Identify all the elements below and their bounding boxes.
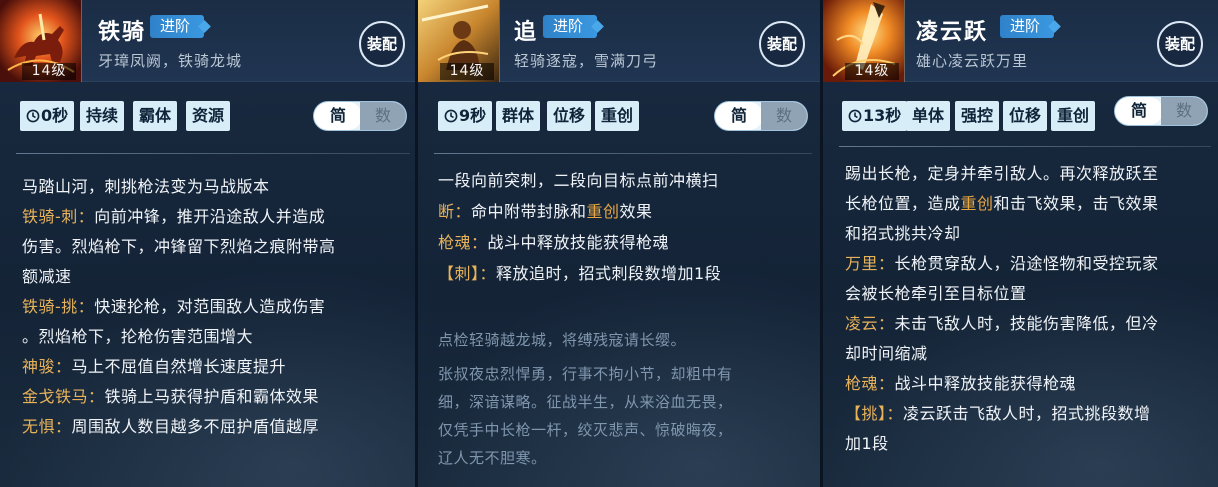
skill-name: 铁骑 [98,20,147,45]
divider [434,153,812,154]
divider [16,153,410,154]
lore-line: 仅凭手中长枪一杆，绞灭悲声、惊破晦夜， [438,421,733,439]
divider [839,146,1211,147]
skill-tag: 群体 [496,101,541,131]
description-line: 踢出长枪，定身并牵引敌人。再次释放跃至 [845,164,1159,183]
lore-line: 细，深谙谋略。征战半生，从来浴血无畏， [438,393,733,411]
advance-tag[interactable]: 进阶 [543,15,598,38]
skill-card-lingyunyue: 14级 凌云跃 进阶 雄心凌云跃万里 装配 13秒 单体 强控 位移 重创 简 … [823,0,1218,487]
cooldown-value: 13秒 [863,106,902,125]
simple-detail-toggle[interactable]: 简 数 [313,101,407,131]
description-line: 断：命中附带封脉和重创效果 [438,202,653,221]
skill-subtitle: 牙璋凤阙，铁骑龙城 [98,52,243,70]
description-line: 铁骑-刺：向前冲锋，推开沿途敌人并造成 [22,207,326,226]
skill-tag: 霸体 [133,101,178,131]
advance-tag[interactable]: 进阶 [150,15,205,38]
advance-tag[interactable]: 进阶 [1000,15,1055,38]
description-line: 神骏：马上不屈值自然增长速度提升 [22,357,287,376]
skill-name: 追 [514,20,539,45]
description-line: 凌云：未击飞敌人时，技能伤害降低，但冷 [845,314,1159,333]
description-line: 金戈铁马：铁骑上马获得护盾和霸体效果 [22,387,320,406]
skill-name: 凌云跃 [916,20,989,45]
skill-description: 踢出长枪，定身并牵引敌人。再次释放跃至 长枪位置，造成重创和击飞效果，击飞效果 … [845,159,1215,459]
toggle-simple[interactable]: 简 [314,102,362,130]
skill-icon-tieqi[interactable]: 14级 [0,0,82,82]
level-badge: 14级 [845,63,899,80]
description-line: 马踏山河，刺挑枪法变为马战版本 [22,177,270,196]
skill-tag: 位移 [547,101,592,131]
equip-button[interactable]: 装配 [759,21,805,67]
description-line: 枪魂：战斗中释放技能获得枪魂 [845,374,1077,393]
skill-tag: 单体 [906,101,951,131]
description-line: 【刺】：释放追时，招式刺段数增加1段 [438,264,722,283]
lore-line: 点检轻骑越龙城，将缚残寇请长缨。 [438,331,687,349]
equip-button[interactable]: 装配 [359,21,405,67]
description-line: 万里：长枪贯穿敌人，沿途怪物和受控玩家 [845,254,1159,273]
skill-description: 马踏山河，刺挑枪法变为马战版本 铁骑-刺：向前冲锋，推开沿途敌人并造成 伤害。烈… [22,172,412,442]
toggle-simple[interactable]: 简 [715,102,763,130]
skill-tag: 位移 [1003,101,1048,131]
description-line: 会被长枪牵引至目标位置 [845,284,1027,303]
toggle-detail[interactable]: 数 [360,102,406,130]
skill-tag: 资源 [186,101,231,131]
skill-card-tieqi: 14级 铁骑 进阶 牙璋凤阙，铁骑龙城 装配 0秒 持续 霸体 资源 简 数 马… [0,0,415,487]
simple-detail-toggle[interactable]: 简 数 [1114,96,1208,126]
toggle-simple[interactable]: 简 [1115,97,1163,125]
description-line: 长枪位置，造成重创和击飞效果，击飞效果 [845,194,1159,213]
level-badge: 14级 [22,63,76,80]
skill-lore: 点检轻骑越龙城，将缚残寇请长缨。 张叔夜忠烈悍勇，行事不拘小节，却粗中有 细，深… [438,326,816,472]
skill-description: 一段向前突刺，二段向目标点前冲横扫 断：命中附带封脉和重创效果 枪魂：战斗中释放… [438,165,816,289]
skill-icon-zhui[interactable]: 14级 [418,0,500,82]
skill-tag: 重创 [1051,101,1096,131]
skill-header: 14级 追 进阶 轻骑逐寇，雪满刀弓 装配 [418,0,820,82]
level-badge: 14级 [440,63,494,80]
cooldown-clock-icon [444,109,458,123]
skill-subtitle: 雄心凌云跃万里 [916,52,1029,70]
skill-header: 14级 凌云跃 进阶 雄心凌云跃万里 装配 [823,0,1218,82]
skill-tag: 强控 [955,101,1000,131]
description-line: 加1段 [845,434,889,453]
description-line: 却时间缩减 [845,344,928,363]
cooldown-clock-icon [26,109,40,123]
lore-line: 辽人无不胆寒。 [438,449,547,467]
skill-tag: 重创 [595,101,640,131]
description-line: 一段向前突刺，二段向目标点前冲横扫 [438,171,719,190]
skill-subtitle: 轻骑逐寇，雪满刀弓 [514,52,659,70]
cooldown-tag: 13秒 [842,101,908,131]
skill-header: 14级 铁骑 进阶 牙璋凤阙，铁骑龙城 装配 [0,0,415,82]
cooldown-tag: 0秒 [20,101,75,131]
toggle-detail[interactable]: 数 [1161,97,1207,125]
cooldown-value: 9秒 [459,106,487,125]
description-line: 铁骑-挑：快速抡枪，对范围敌人造成伤害 [22,297,326,316]
equip-button[interactable]: 装配 [1157,21,1203,67]
toggle-detail[interactable]: 数 [761,102,807,130]
description-line: 伤害。烈焰枪下，冲锋留下烈焰之痕附带高 [22,237,336,256]
simple-detail-toggle[interactable]: 简 数 [714,101,808,131]
description-line: 。烈焰枪下，抡枪伤害范围增大 [22,327,254,346]
skill-card-zhui: 14级 追 进阶 轻骑逐寇，雪满刀弓 装配 9秒 群体 位移 重创 简 数 一段… [418,0,820,487]
description-line: 额减速 [22,267,72,286]
cooldown-clock-icon [848,109,862,123]
description-line: 【挑】：凌云跃击飞敌人时，招式挑段数增 [845,404,1151,423]
lore-line: 张叔夜忠烈悍勇，行事不拘小节，却粗中有 [438,365,733,383]
skill-icon-lingyunyue[interactable]: 14级 [823,0,905,82]
skill-tag: 持续 [80,101,125,131]
cooldown-value: 0秒 [41,106,69,125]
cooldown-tag: 9秒 [438,101,493,131]
description-line: 和招式挑共冷却 [845,224,961,243]
description-line: 无惧：周围敌人数目越多不屈护盾值越厚 [22,417,320,436]
description-line: 枪魂：战斗中释放技能获得枪魂 [438,233,670,252]
